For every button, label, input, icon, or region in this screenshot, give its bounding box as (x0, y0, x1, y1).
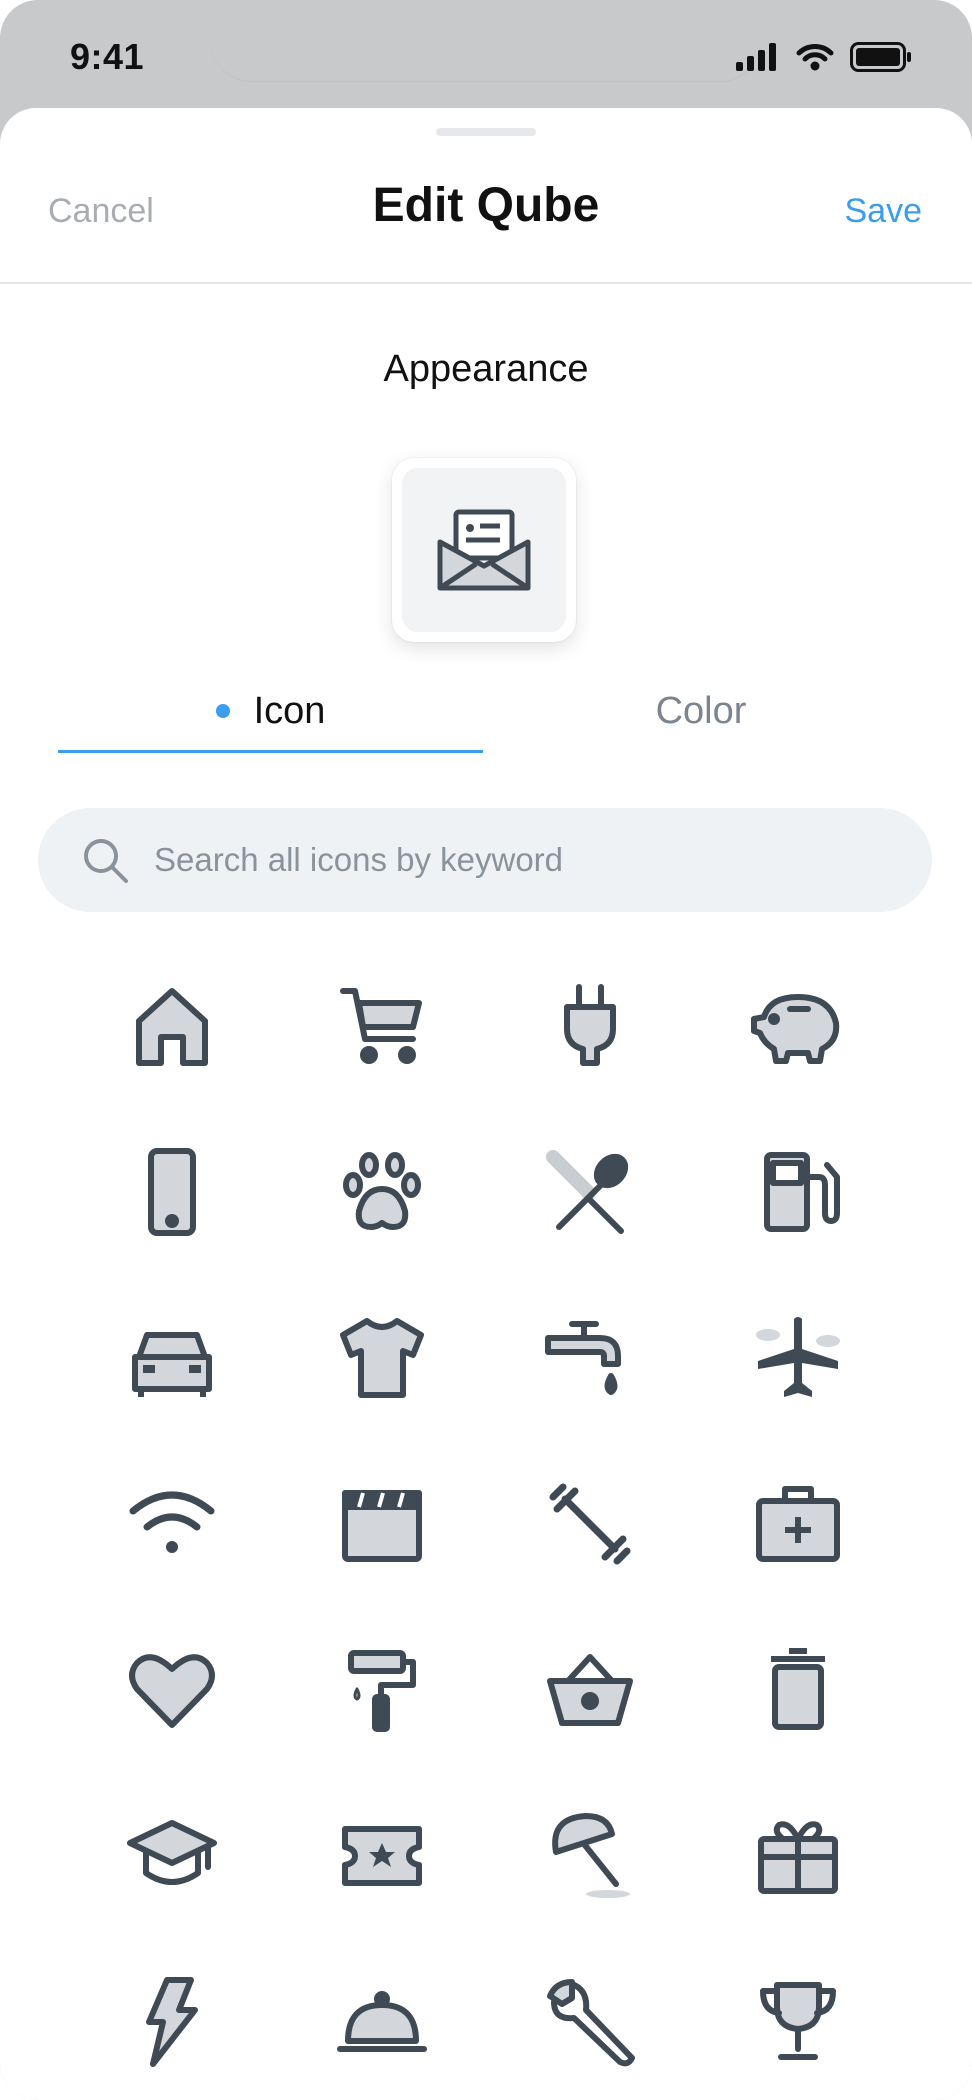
lightning-icon[interactable] (102, 1952, 242, 2092)
gift-icon[interactable] (728, 1786, 868, 1926)
appearance-tabs: Icon Color (58, 666, 914, 756)
battery-icon (850, 42, 912, 72)
fuel-pump-icon[interactable] (728, 1122, 868, 1262)
plug-icon[interactable] (520, 956, 660, 1096)
active-dot (215, 704, 230, 718)
beach-umbrella-icon[interactable] (520, 1786, 660, 1926)
system-icons (736, 42, 912, 72)
smartphone-icon[interactable] (102, 1122, 242, 1262)
signal-icon (736, 43, 780, 71)
shopping-cart-icon[interactable] (312, 956, 452, 1096)
car-icon[interactable] (102, 1288, 242, 1428)
heart-icon[interactable] (102, 1620, 242, 1760)
dumbbell-icon[interactable] (520, 1454, 660, 1594)
clapperboard-icon[interactable] (312, 1454, 452, 1594)
search-bar (38, 808, 932, 912)
graduation-cap-icon[interactable] (102, 1786, 242, 1926)
appearance-heading: Appearance (383, 348, 589, 390)
search-input[interactable] (152, 840, 876, 880)
phone-frame: 9:41 Cancel Edit Qube Save Appearance Ic… (0, 0, 972, 2100)
wifi-icon[interactable] (102, 1454, 242, 1594)
trophy-icon[interactable] (728, 1952, 868, 2092)
active-tab-indicator (58, 750, 483, 753)
notch (210, 0, 762, 82)
status-time: 9:41 (70, 36, 145, 77)
ticket-icon[interactable] (312, 1786, 452, 1926)
sheet-header: Cancel Edit Qube Save (0, 108, 972, 284)
first-aid-kit-icon[interactable] (728, 1454, 868, 1594)
icon-preview (392, 458, 576, 642)
tab-icon[interactable]: Icon (58, 666, 483, 756)
paw-icon[interactable] (312, 1122, 452, 1262)
wrench-icon[interactable] (520, 1952, 660, 2092)
tab-color[interactable]: Color (488, 666, 914, 756)
paint-roller-icon[interactable] (312, 1620, 452, 1760)
basket-icon[interactable] (520, 1620, 660, 1760)
status-bar: 9:41 (0, 0, 972, 110)
piggy-bank-icon[interactable] (728, 956, 868, 1096)
tab-icon-label: Icon (253, 689, 326, 732)
trash-icon[interactable] (728, 1620, 868, 1760)
cloche-icon[interactable] (312, 1952, 452, 2092)
edit-sheet: Cancel Edit Qube Save Appearance Icon Co… (0, 108, 972, 2100)
faucet-icon[interactable] (520, 1288, 660, 1428)
fork-spoon-icon[interactable] (520, 1122, 660, 1262)
home-icon[interactable] (102, 956, 242, 1096)
page-title: Edit Qube (372, 179, 600, 232)
wifi-status-icon (796, 43, 834, 71)
save-button[interactable]: Save (845, 192, 923, 231)
airplane-icon[interactable] (728, 1288, 868, 1428)
tab-color-label: Color (655, 689, 747, 732)
tshirt-icon[interactable] (312, 1288, 452, 1428)
envelope-card-icon (436, 508, 532, 592)
search-icon (80, 835, 130, 885)
